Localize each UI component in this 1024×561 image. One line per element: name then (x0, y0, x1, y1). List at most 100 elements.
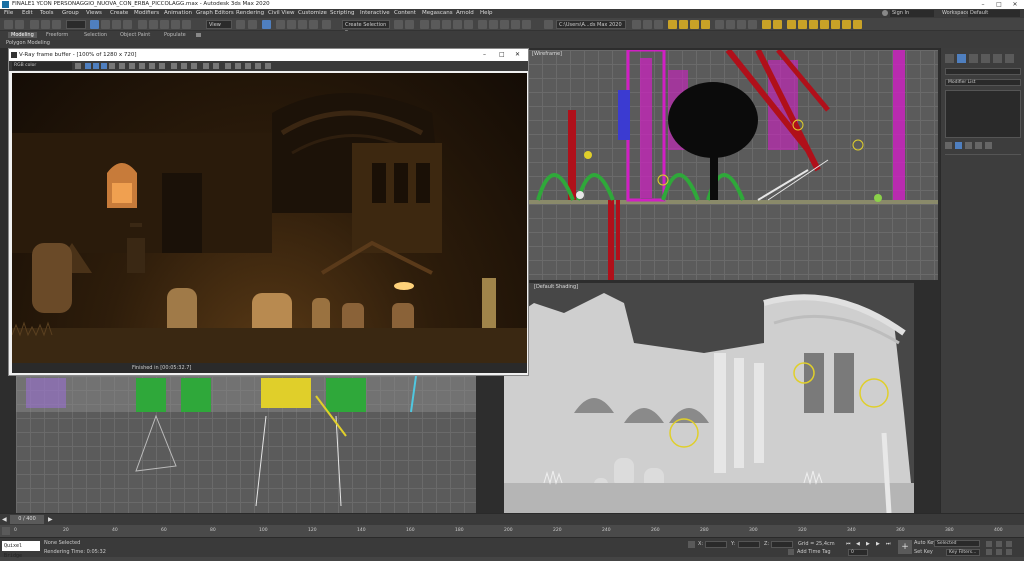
spinner-snap-icon[interactable] (309, 20, 318, 29)
close-icon[interactable]: ✕ (1007, 0, 1023, 9)
go-to-end-icon[interactable]: ⏭ (886, 541, 891, 547)
lock-selection-icon[interactable] (688, 541, 695, 548)
percent-snap-icon[interactable] (298, 20, 307, 29)
vray-plane-icon[interactable] (737, 20, 746, 29)
select-by-name-icon[interactable] (101, 20, 110, 29)
named-selection-sets-dropdown[interactable]: Create Selection Se (342, 20, 390, 36)
selection-filter-dropdown[interactable] (66, 20, 86, 29)
time-slider-prev-icon[interactable]: ◀ (2, 516, 7, 523)
ribbon-minimize-icon[interactable] (196, 33, 201, 37)
viewport-top[interactable] (16, 376, 476, 513)
menu-content[interactable]: Content (394, 10, 416, 16)
menu-arnold[interactable]: Arnold (456, 10, 474, 16)
y-coord-field[interactable] (738, 541, 760, 548)
menu-customize[interactable]: Customize (298, 10, 327, 16)
maximize-icon[interactable]: □ (991, 0, 1007, 9)
motion-panel-tab-icon[interactable] (981, 54, 990, 63)
vfb-track-mouse-icon[interactable] (171, 63, 177, 69)
vfb-channel-dropdown[interactable]: RGB color (12, 62, 72, 70)
display-panel-tab-icon[interactable] (993, 54, 1002, 63)
hierarchy-panel-tab-icon[interactable] (969, 54, 978, 63)
tab-modeling[interactable]: Modeling (8, 32, 37, 38)
align-icon[interactable] (405, 20, 414, 29)
undo-icon[interactable] (4, 20, 13, 29)
toggle-layer-explorer-icon[interactable] (431, 20, 440, 29)
previous-frame-icon[interactable]: ◀ (856, 541, 860, 547)
minimize-icon[interactable]: – (975, 0, 991, 9)
rendered-frame-window-icon[interactable] (500, 20, 509, 29)
vfb-alpha-channel-icon[interactable] (109, 63, 115, 69)
select-scale-icon[interactable] (160, 20, 169, 29)
menu-interactive[interactable]: Interactive (360, 10, 390, 16)
menu-animation[interactable]: Animation (164, 10, 192, 16)
select-object-icon[interactable] (90, 20, 99, 29)
vray-light-icon[interactable] (668, 20, 677, 29)
reference-coordinate-dropdown[interactable]: View (206, 20, 232, 29)
set-key-button[interactable]: Set Key (914, 549, 933, 555)
vray-dome-light-icon[interactable] (690, 20, 699, 29)
window-crossing-icon[interactable] (123, 20, 132, 29)
select-manipulate-icon[interactable] (248, 20, 257, 29)
vfb-history-icon[interactable] (255, 63, 261, 69)
vfb-follow-mouse-icon[interactable] (203, 63, 209, 69)
tab-object-paint[interactable]: Object Paint (120, 32, 150, 38)
configure-modifier-sets-icon[interactable] (985, 142, 992, 149)
vfb-red-channel-icon[interactable] (85, 63, 91, 69)
vray-mesh-export-icon[interactable] (798, 20, 807, 29)
create-panel-tab-icon[interactable] (945, 54, 954, 63)
orbit-icon[interactable] (996, 549, 1002, 555)
vray-material-icon[interactable] (831, 20, 840, 29)
vfb-close-icon[interactable]: ✕ (515, 51, 520, 58)
time-slider-thumb[interactable]: 0 / 400 (10, 515, 44, 524)
render-online-icon[interactable] (522, 20, 531, 29)
menu-graph-editors[interactable]: Graph Editors (196, 10, 234, 16)
menu-help[interactable]: Help (480, 10, 493, 16)
vray-proxy-icon[interactable] (715, 20, 724, 29)
utilities-panel-tab-icon[interactable] (1005, 54, 1014, 63)
sign-in-dropdown[interactable]: Sign In (890, 10, 934, 17)
vfb-render-last-icon[interactable] (213, 63, 219, 69)
schematic-view-icon[interactable] (464, 20, 473, 29)
render-production-icon[interactable] (511, 20, 520, 29)
vray-bitmap-icon[interactable] (842, 20, 851, 29)
render-teapot-icon[interactable] (182, 20, 191, 29)
material-editor-icon[interactable] (478, 20, 487, 29)
maxscript-listener-field[interactable]: Quixel Bridge (2, 541, 40, 559)
select-rotate-icon[interactable] (149, 20, 158, 29)
zoom-icon[interactable] (986, 541, 992, 547)
workspace-dropdown[interactable]: Default (968, 10, 1020, 17)
vfb-load-icon[interactable] (139, 63, 145, 69)
selection-region-icon[interactable] (112, 20, 121, 29)
edit-named-selections-icon[interactable] (322, 20, 331, 29)
add-time-tag-icon[interactable] (788, 549, 794, 555)
angle-snap-icon[interactable] (287, 20, 296, 29)
modifier-stack[interactable] (945, 90, 1021, 138)
zoom-all-icon[interactable] (996, 541, 1002, 547)
mirror-icon[interactable] (394, 20, 403, 29)
curve-editor-icon[interactable] (453, 20, 462, 29)
pan-view-icon[interactable] (986, 549, 992, 555)
modify-panel-tab-icon[interactable] (957, 54, 966, 63)
vray-camera-icon[interactable] (762, 20, 771, 29)
pin-stack-icon[interactable] (945, 142, 952, 149)
vray-interactive-icon[interactable] (643, 20, 652, 29)
go-to-start-icon[interactable]: ⏮ (846, 541, 851, 547)
toggle-scene-explorer-icon[interactable] (420, 20, 429, 29)
viewport-perspective[interactable]: [Default Shading] (504, 283, 914, 513)
vfb-clear-icon[interactable] (149, 63, 155, 69)
menu-tools[interactable]: Tools (40, 10, 54, 16)
vray-frame-buffer-icon[interactable] (654, 20, 663, 29)
vfb-minimize-icon[interactable]: – (483, 51, 486, 58)
vray-scene-converter-icon[interactable] (809, 20, 818, 29)
vfb-color-correction-icon[interactable] (235, 63, 241, 69)
tab-freeform[interactable]: Freeform (46, 32, 68, 38)
vray-sphere-icon[interactable] (748, 20, 757, 29)
viewport-front[interactable]: [Wireframe] (528, 50, 938, 280)
vray-fur-icon[interactable] (726, 20, 735, 29)
add-time-tag[interactable]: Add Time Tag (797, 549, 831, 555)
z-coord-field[interactable] (771, 541, 793, 548)
mini-curve-editor-icon[interactable] (2, 527, 10, 535)
menu-civil-view[interactable]: Civil View (268, 10, 294, 16)
vfb-region-render-icon[interactable] (181, 63, 187, 69)
modifier-list-dropdown[interactable]: Modifier List (945, 79, 1021, 86)
